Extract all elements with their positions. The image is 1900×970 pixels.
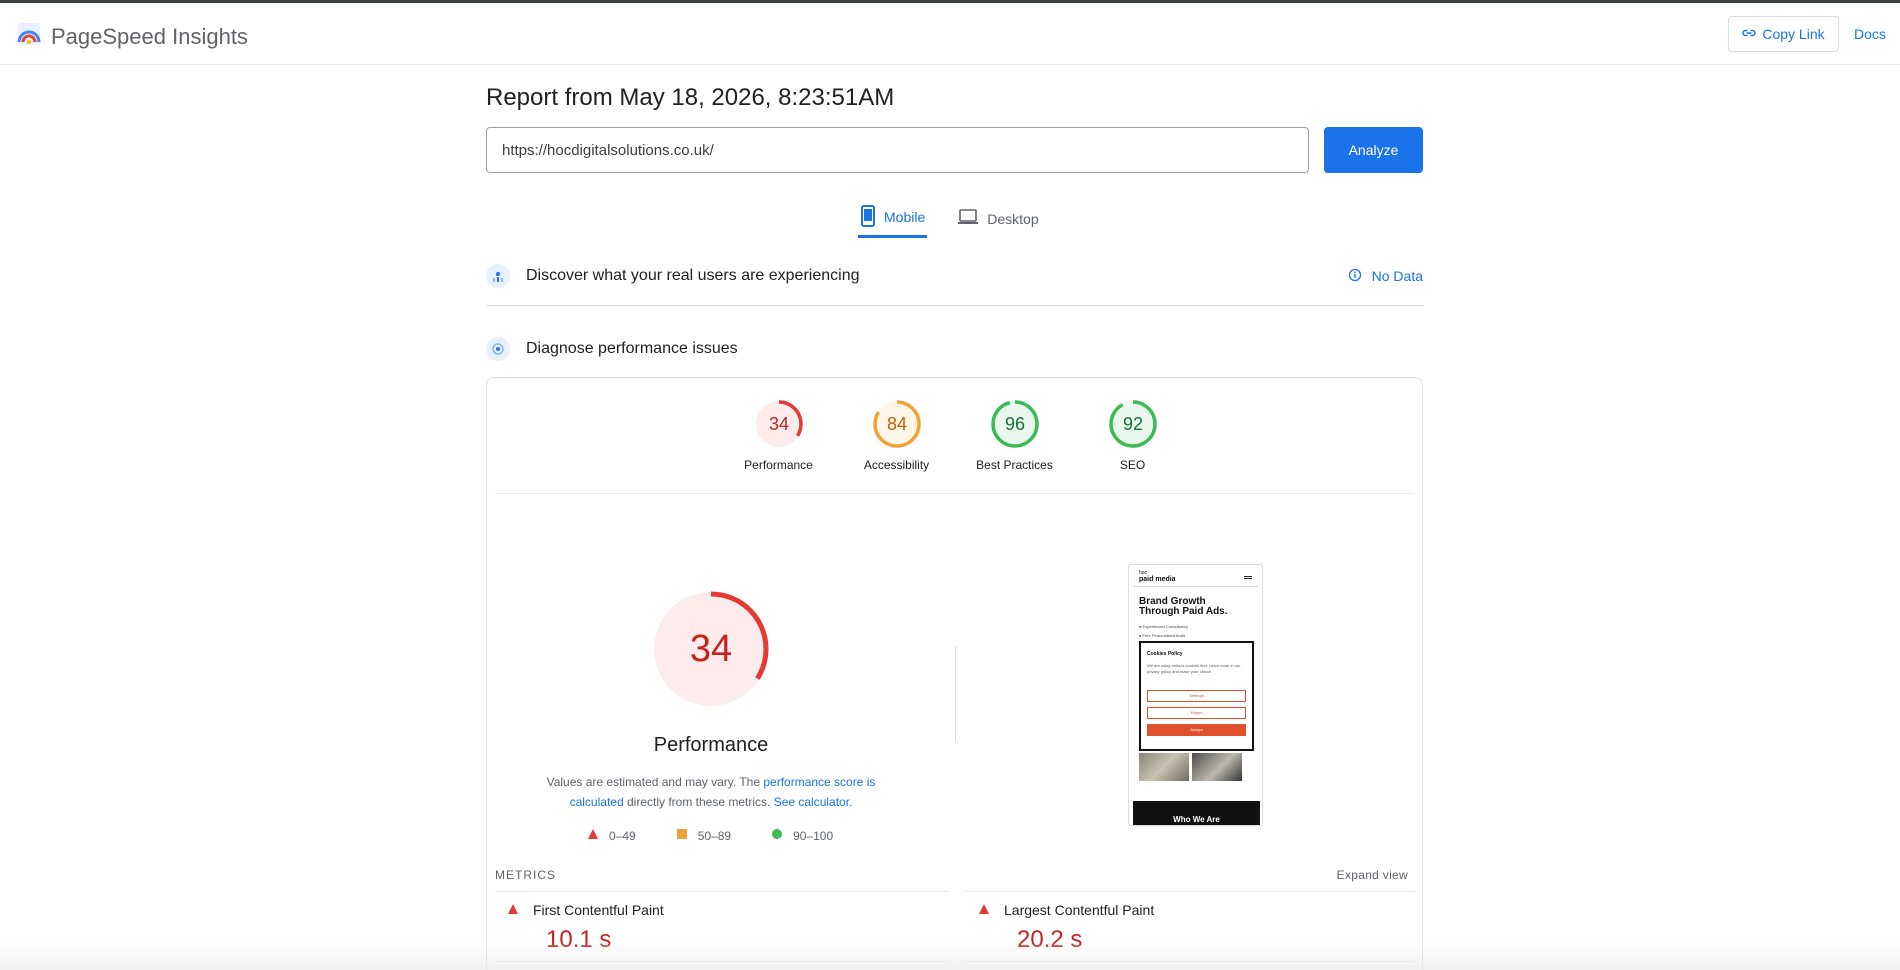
- see-calculator-link[interactable]: See calculator.: [774, 795, 853, 809]
- square-icon: [676, 828, 688, 843]
- tab-mobile-label: Mobile: [884, 209, 926, 225]
- app-header: PageSpeed Insights Copy Link Docs: [0, 3, 1900, 65]
- copy-link-button[interactable]: Copy Link: [1728, 16, 1839, 52]
- metrics-label: METRICS: [495, 868, 556, 882]
- scores-divider: [495, 493, 1414, 494]
- pagespeed-logo-icon: [16, 21, 42, 52]
- brand-logo[interactable]: PageSpeed Insights: [16, 21, 248, 52]
- screenshot-logo-bottom: paid media: [1139, 576, 1176, 583]
- metric-fcp: First Contentful Paint 10.1 s: [507, 902, 664, 954]
- score-best-practices[interactable]: 96 Best Practices: [973, 398, 1057, 472]
- diagnose-section: Diagnose performance issues: [486, 337, 1423, 361]
- accessibility-score-label: Accessibility: [863, 458, 930, 472]
- metric-lcp: Largest Contentful Paint 20.2 s: [978, 902, 1154, 954]
- report-title: Report from May 18, 2026, 8:23:51AM: [486, 84, 895, 111]
- metrics-bottom-left: [495, 961, 948, 962]
- link-icon: [1742, 26, 1757, 43]
- screenshot-logo: hoc paid media: [1139, 571, 1176, 584]
- screenshot-bullet-2: Free Personalised Audit: [1142, 633, 1185, 638]
- screenshot-image-1: [1139, 753, 1189, 781]
- screenshot-cookie-text: We are using various cookies first. Lear…: [1147, 663, 1241, 674]
- screenshot-reject-button: Reject: [1147, 707, 1246, 719]
- device-tabs: Mobile Desktop: [858, 204, 1039, 238]
- score-performance[interactable]: 34 Performance: [737, 398, 821, 472]
- legend-pass: 90–100: [771, 828, 833, 843]
- accessibility-score-value: 84: [886, 414, 906, 434]
- best-practices-score-value: 96: [1004, 414, 1024, 434]
- real-users-title: Discover what your real users are experi…: [526, 267, 860, 284]
- screenshot-cookie-title: Cookies Policy: [1147, 651, 1183, 657]
- best-practices-score-label: Best Practices: [976, 458, 1053, 472]
- triangle-icon: [978, 902, 990, 918]
- legend-average-range: 50–89: [697, 828, 732, 843]
- legend-pass-range: 90–100: [793, 828, 834, 843]
- url-input[interactable]: [486, 127, 1309, 173]
- screenshot-cookie-dialog: Cookies Policy We are using various cook…: [1139, 641, 1254, 751]
- tab-desktop[interactable]: Desktop: [957, 205, 1039, 238]
- tab-mobile[interactable]: Mobile: [858, 204, 928, 238]
- triangle-icon: [507, 902, 519, 918]
- lighthouse-report-card: 34 Performance 84 Accessibility 96 Best …: [486, 377, 1423, 970]
- legend-average: 50–89: [676, 828, 731, 843]
- score-seo[interactable]: 92 SEO: [1091, 398, 1175, 472]
- performance-big-score: 34: [690, 628, 732, 670]
- seo-gauge: 92: [1108, 400, 1157, 448]
- docs-link[interactable]: Docs: [1854, 26, 1886, 42]
- analyze-button[interactable]: Analyze: [1324, 127, 1423, 173]
- no-data-link[interactable]: No Data: [1348, 268, 1423, 285]
- performance-heading: Performance: [653, 734, 769, 756]
- triangle-icon: [587, 828, 599, 843]
- performance-score-label: Performance: [744, 458, 813, 472]
- expand-view-button[interactable]: Expand view: [1337, 868, 1408, 882]
- score-gauges: 34 Performance 84 Accessibility 96 Best …: [487, 398, 1424, 472]
- accessibility-gauge: 84: [872, 400, 921, 448]
- legend-fail: 0–49: [587, 828, 636, 843]
- metric-fcp-value: 10.1 s: [546, 926, 612, 953]
- perf-desc-text-2: directly from these metrics.: [623, 795, 774, 809]
- best-practices-gauge: 96: [990, 400, 1039, 448]
- vertical-separator: [955, 646, 956, 741]
- diagnose-title: Diagnose performance issues: [526, 340, 738, 357]
- metrics-divider-right: [965, 891, 1415, 892]
- section-divider: [486, 305, 1423, 306]
- real-users-section[interactable]: Discover what your real users are experi…: [486, 264, 1423, 288]
- score-accessibility[interactable]: 84 Accessibility: [855, 398, 939, 472]
- performance-big-gauge: 34: [653, 591, 769, 707]
- diagnose-icon: [486, 337, 510, 361]
- final-screenshot[interactable]: hoc paid media Brand Growth Through Paid…: [1128, 564, 1263, 826]
- metrics-divider-left: [495, 891, 948, 892]
- seo-score-value: 92: [1122, 414, 1142, 434]
- screenshot-accept-button: Accept: [1147, 724, 1246, 736]
- metrics-bottom-right: [965, 961, 1415, 962]
- seo-score-label: SEO: [1119, 458, 1146, 472]
- screenshot-headline-2: Through Paid Ads.: [1139, 606, 1228, 617]
- metric-lcp-value: 20.2 s: [1017, 926, 1083, 953]
- smartphone-icon: [860, 204, 876, 230]
- screenshot-settings-button: Settings: [1147, 690, 1246, 702]
- performance-score-value: 34: [768, 414, 788, 434]
- screenshot-image-2: [1192, 753, 1242, 781]
- menu-icon: [1244, 576, 1252, 579]
- legend-fail-range: 0–49: [609, 828, 636, 843]
- metric-lcp-name: Largest Contentful Paint: [1004, 902, 1155, 918]
- tab-desktop-label: Desktop: [987, 210, 1039, 227]
- laptop-icon: [957, 208, 979, 229]
- users-icon: [486, 264, 510, 288]
- circle-icon: [771, 828, 783, 843]
- app-name: PageSpeed Insights: [51, 23, 248, 49]
- no-data-label: No Data: [1371, 268, 1423, 284]
- screenshot-bullet-1: Experienced Consultancy: [1142, 624, 1188, 629]
- info-icon: [1348, 268, 1362, 285]
- performance-description: Values are estimated and may vary. The p…: [537, 772, 885, 812]
- metric-fcp-name: First Contentful Paint: [533, 902, 664, 918]
- perf-desc-text-1: Values are estimated and may vary. The: [546, 775, 764, 789]
- copy-link-label: Copy Link: [1762, 26, 1825, 42]
- screenshot-footer: Who We Are: [1133, 801, 1260, 825]
- screenshot-headline: Brand Growth Through Paid Ads.: [1139, 597, 1228, 617]
- screenshot-bullets: ● Experienced Consultancy ● Free Persona…: [1139, 624, 1188, 638]
- performance-gauge: 34: [754, 400, 803, 448]
- score-legend: 0–49 50–89 90–100: [587, 828, 833, 843]
